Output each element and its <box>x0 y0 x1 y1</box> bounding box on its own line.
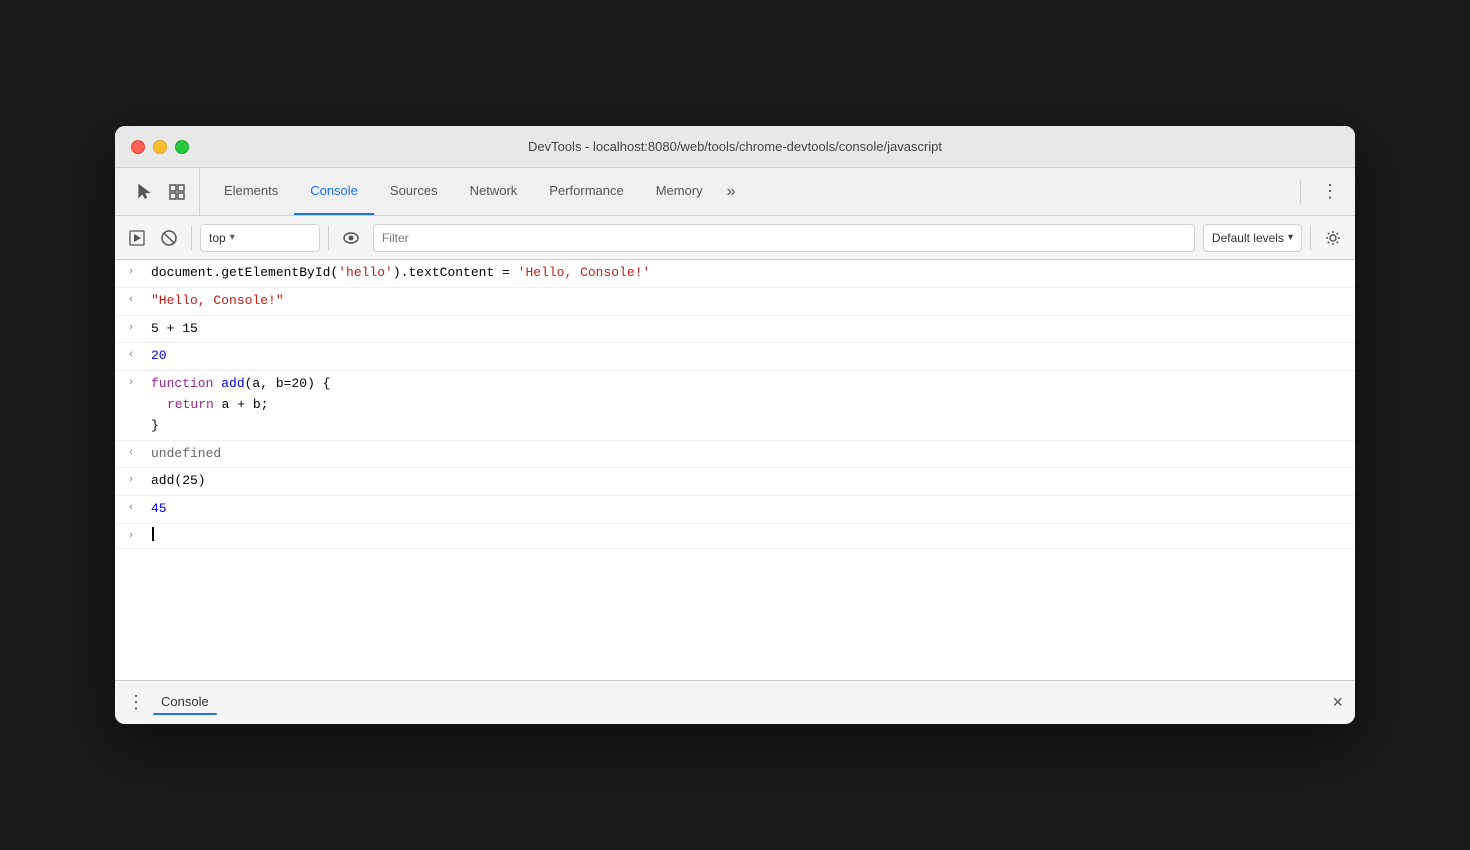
context-dropdown-icon: ▾ <box>230 232 235 243</box>
tab-sources[interactable]: Sources <box>374 168 454 215</box>
line-content-3: 5 + 15 <box>147 318 1355 341</box>
code-part: function <box>151 376 221 391</box>
tab-memory[interactable]: Memory <box>640 168 719 215</box>
console-line-2: ‹ "Hello, Console!" <box>115 288 1355 316</box>
more-options-btn[interactable]: ⋮ <box>1313 181 1347 202</box>
line-content-5: function add(a, b=20) { return a + b; } <box>147 373 1355 437</box>
eye-icon <box>342 229 360 247</box>
console-line-7: › add(25) <box>115 468 1355 496</box>
console-line-8: ‹ 45 <box>115 496 1355 524</box>
line-content-7: add(25) <box>147 470 1355 493</box>
drawer-tab-underline <box>153 713 217 715</box>
code-part: } <box>151 418 159 433</box>
line-content-4: 20 <box>147 345 1355 368</box>
code-part: add <box>221 376 244 391</box>
line-content-6: undefined <box>147 443 1355 466</box>
run-script-btn[interactable] <box>123 224 151 252</box>
arrow-in-7[interactable]: › <box>115 470 147 490</box>
inspect-icon-btn[interactable] <box>163 178 191 206</box>
toolbar-divider-3 <box>1310 226 1311 250</box>
maximize-button[interactable] <box>175 140 189 154</box>
arrow-out-6: ‹ <box>115 443 147 463</box>
tab-bar-icons <box>123 168 200 215</box>
bottom-drawer: ⋮ Console × <box>115 680 1355 724</box>
eye-btn[interactable] <box>337 224 365 252</box>
arrow-out-2: ‹ <box>115 290 147 310</box>
code-part: add(25) <box>151 473 206 488</box>
run-icon <box>128 229 146 247</box>
console-toolbar: top ▾ Default levels ▾ <box>115 216 1355 260</box>
clear-icon <box>160 229 178 247</box>
drawer-close-btn[interactable]: × <box>1332 692 1343 713</box>
arrow-out-4: ‹ <box>115 345 147 365</box>
tab-elements[interactable]: Elements <box>208 168 294 215</box>
console-line-4: ‹ 20 <box>115 343 1355 371</box>
code-part: 5 + 15 <box>151 321 198 336</box>
code-part: ).textContent = <box>393 265 518 280</box>
drawer-tab-label: Console <box>153 690 217 713</box>
devtools-window: DevTools - localhost:8080/web/tools/chro… <box>115 126 1355 724</box>
cursor-icon <box>136 183 154 201</box>
settings-btn[interactable] <box>1319 224 1347 252</box>
more-tabs-btn[interactable]: » <box>719 168 744 215</box>
tab-bar: Elements Console Sources Network Perform… <box>115 168 1355 216</box>
divider <box>1300 180 1301 204</box>
prompt-input[interactable] <box>147 526 1355 542</box>
tab-bar-end: ⋮ <box>1296 180 1347 204</box>
filter-input[interactable] <box>373 224 1195 252</box>
code-part: 45 <box>151 501 167 516</box>
arrow-out-8: ‹ <box>115 498 147 518</box>
line-content-2: "Hello, Console!" <box>147 290 1355 313</box>
code-part: ) { <box>307 376 330 391</box>
cursor-icon-btn[interactable] <box>131 178 159 206</box>
console-prompt-line[interactable]: › <box>115 524 1355 549</box>
arrow-in-3[interactable]: › <box>115 318 147 338</box>
tab-console[interactable]: Console <box>294 168 374 215</box>
arrow-in-1[interactable]: › <box>115 262 147 282</box>
arrow-in-5[interactable]: › <box>115 373 147 393</box>
console-line-1: › document.getElementById('hello').textC… <box>115 260 1355 288</box>
code-part: b=20 <box>276 376 307 391</box>
code-part: document.getElementById( <box>151 265 338 280</box>
code-part: 20 <box>151 348 167 363</box>
cursor <box>152 527 154 541</box>
drawer-tab-console[interactable]: Console <box>153 690 217 715</box>
levels-dropdown-icon: ▾ <box>1288 232 1293 243</box>
clear-console-btn[interactable] <box>155 224 183 252</box>
code-part: a + b; <box>222 397 269 412</box>
inspect-icon <box>168 183 186 201</box>
settings-icon <box>1324 229 1342 247</box>
code-part: 'hello' <box>338 265 393 280</box>
console-output: › document.getElementById('hello').textC… <box>115 260 1355 680</box>
traffic-lights <box>131 140 189 154</box>
title-bar: DevTools - localhost:8080/web/tools/chro… <box>115 126 1355 168</box>
tab-network[interactable]: Network <box>454 168 534 215</box>
line-content-8: 45 <box>147 498 1355 521</box>
levels-dropdown[interactable]: Default levels ▾ <box>1203 224 1302 252</box>
code-part: return <box>167 397 222 412</box>
console-line-6: ‹ undefined <box>115 441 1355 469</box>
tab-performance[interactable]: Performance <box>533 168 639 215</box>
window-title: DevTools - localhost:8080/web/tools/chro… <box>528 139 942 154</box>
code-part: "Hello, Console!" <box>151 293 284 308</box>
toolbar-divider-1 <box>191 226 192 250</box>
code-part: 'Hello, Console!' <box>518 265 651 280</box>
line-content-1: document.getElementById('hello').textCon… <box>147 262 1355 285</box>
arrow-in-prompt: › <box>115 526 147 546</box>
close-button[interactable] <box>131 140 145 154</box>
console-line-3: › 5 + 15 <box>115 316 1355 344</box>
tab-list: Elements Console Sources Network Perform… <box>208 168 1296 215</box>
context-selector[interactable]: top ▾ <box>200 224 320 252</box>
code-part: undefined <box>151 446 221 461</box>
toolbar-divider-2 <box>328 226 329 250</box>
minimize-button[interactable] <box>153 140 167 154</box>
code-part: (a, <box>245 376 276 391</box>
drawer-dots-icon[interactable]: ⋮ <box>127 692 145 713</box>
console-line-5: › function add(a, b=20) { return a + b; … <box>115 371 1355 440</box>
